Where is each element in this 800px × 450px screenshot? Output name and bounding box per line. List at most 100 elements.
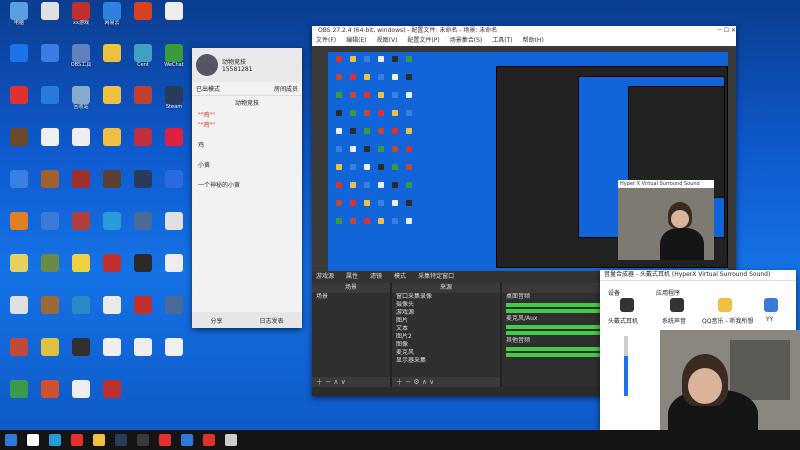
qq-icon[interactable] xyxy=(181,434,193,446)
source-item[interactable]: 摄像头 xyxy=(392,301,500,309)
source-item[interactable]: 文本 xyxy=(392,325,500,333)
menu-item[interactable]: 视图(V) xyxy=(377,36,398,46)
desktop-icon[interactable] xyxy=(97,212,127,246)
desktop-icon[interactable] xyxy=(128,86,158,120)
window-controls[interactable]: ─ ☐ ✕ xyxy=(718,26,736,36)
desktop-icon[interactable]: OBS工具 xyxy=(66,44,96,78)
scenes-controls[interactable]: ＋ − ∧ ∨ xyxy=(312,377,390,387)
desktop-icon[interactable] xyxy=(97,296,127,330)
desktop-icon[interactable] xyxy=(4,254,34,288)
chat-member[interactable]: 鸡 xyxy=(192,139,302,149)
desktop-icon[interactable] xyxy=(4,338,34,372)
desktop-icon[interactable] xyxy=(128,338,158,372)
desktop-icon[interactable] xyxy=(66,170,96,204)
desktop-icon[interactable] xyxy=(97,170,127,204)
menu-item[interactable]: 场景集合(S) xyxy=(450,36,483,46)
desktop-icon[interactable] xyxy=(128,296,158,330)
source-item[interactable]: 游戏源 xyxy=(392,309,500,317)
desktop-icon[interactable] xyxy=(128,2,158,36)
desktop-icon[interactable] xyxy=(66,338,96,372)
explorer-icon[interactable] xyxy=(93,434,105,446)
menu-item[interactable]: 帮助(H) xyxy=(523,36,544,46)
desktop-icon[interactable] xyxy=(35,44,65,78)
desktop-icon[interactable] xyxy=(159,170,189,204)
menu-item[interactable]: 文件(F) xyxy=(316,36,336,46)
obs-icon[interactable] xyxy=(137,434,149,446)
desktop-icon[interactable] xyxy=(97,44,127,78)
menu-item[interactable]: 配置文件(P) xyxy=(407,36,439,46)
desktop-icon[interactable] xyxy=(35,86,65,120)
desktop-icon[interactable] xyxy=(4,212,34,246)
toolbar-item[interactable]: 属性 xyxy=(346,271,358,283)
desktop-icon[interactable]: 网易云 xyxy=(97,2,127,36)
scenes-dock[interactable]: 场景 场景 ＋ − ∧ ∨ xyxy=(312,283,390,387)
chrome-icon[interactable] xyxy=(203,434,215,446)
desktop-icon[interactable]: WeChat xyxy=(159,44,189,78)
desktop-icon[interactable] xyxy=(159,212,189,246)
desktop-icon[interactable] xyxy=(66,254,96,288)
desktop-icon[interactable] xyxy=(97,128,127,162)
chrome-icon[interactable] xyxy=(71,434,83,446)
desktop-icon[interactable] xyxy=(159,338,189,372)
device-name[interactable]: 头戴式耳机 xyxy=(608,316,638,325)
menu-item[interactable]: 工具(T) xyxy=(492,36,512,46)
toolbar-item[interactable]: 滤镜 xyxy=(370,271,382,283)
toolbar-item[interactable]: 游戏源 xyxy=(316,271,334,283)
start-icon[interactable] xyxy=(5,434,17,446)
desktop-icon[interactable]: Cent xyxy=(128,44,158,78)
source-item[interactable]: 窗口采集录像 xyxy=(392,293,500,301)
desktop-icon[interactable] xyxy=(128,254,158,288)
desktop-icon[interactable] xyxy=(35,170,65,204)
chat-member[interactable] xyxy=(192,149,302,159)
desktop-icon[interactable] xyxy=(159,2,189,36)
desktop-icon[interactable] xyxy=(128,170,158,204)
chat-member[interactable] xyxy=(192,169,302,179)
source-item[interactable]: 图片 xyxy=(392,317,500,325)
desktop-icon[interactable]: Steam xyxy=(159,86,189,120)
edge-icon[interactable] xyxy=(49,434,61,446)
steam-icon[interactable] xyxy=(115,434,127,446)
chat-member[interactable]: ""鸡"" xyxy=(192,119,302,129)
desktop-icon[interactable] xyxy=(97,338,127,372)
desktop-icon[interactable]: 回收站 xyxy=(66,86,96,120)
desktop-icon[interactable] xyxy=(97,380,127,414)
desktop-icon[interactable] xyxy=(66,212,96,246)
desktop-icon[interactable] xyxy=(4,44,34,78)
desktop-icon[interactable] xyxy=(128,128,158,162)
chat-member[interactable] xyxy=(192,129,302,139)
desktop-icon[interactable] xyxy=(4,296,34,330)
desktop-icon[interactable]: xx游戏 xyxy=(66,2,96,36)
desktop-icon[interactable] xyxy=(4,380,34,414)
desktop-icon[interactable] xyxy=(35,380,65,414)
chat-mode[interactable]: 已出模式 xyxy=(196,84,220,93)
desktop-icon[interactable] xyxy=(97,254,127,288)
chat-badge[interactable]: 房间成员 xyxy=(274,84,298,93)
menu-item[interactable]: 编辑(E) xyxy=(346,36,366,46)
source-item[interactable]: 麦克风 xyxy=(392,349,500,357)
desktop-icon[interactable] xyxy=(66,128,96,162)
desktop-icon[interactable] xyxy=(159,254,189,288)
desktop-icon[interactable] xyxy=(4,128,34,162)
shield-icon[interactable] xyxy=(225,434,237,446)
desktop-icon[interactable] xyxy=(159,128,189,162)
toolbar-item[interactable]: 采集特定窗口 xyxy=(418,271,454,283)
chat-member[interactable]: 一个神秘的小黄 xyxy=(192,179,302,189)
desktop-icon[interactable] xyxy=(35,2,65,36)
desktop-icon[interactable] xyxy=(35,296,65,330)
chat-window[interactable]: 动物竞技 15581281 已出模式 房间成员 动物竞技 ""鸡"" ""鸡"" 鸡… xyxy=(192,48,302,328)
desktop-icon[interactable] xyxy=(4,86,34,120)
desktop-icon[interactable] xyxy=(35,212,65,246)
share-button[interactable]: 分享 xyxy=(210,316,222,325)
desktop-icon[interactable] xyxy=(35,254,65,288)
desktop-icon[interactable] xyxy=(159,296,189,330)
desktop-icon[interactable] xyxy=(35,128,65,162)
source-item[interactable]: 显示器采集 xyxy=(392,357,500,365)
sources-dock[interactable]: 来源 窗口采集录像 摄像头 游戏源 图片 文本 图片2 图像 麦克风 显示器采集 ＋ − ⚙ ∧… xyxy=(392,283,500,387)
toolbar-item[interactable]: 模式 xyxy=(394,271,406,283)
source-item[interactable]: 图像 xyxy=(392,341,500,349)
netease-icon[interactable] xyxy=(159,434,171,446)
desktop-icon[interactable] xyxy=(4,170,34,204)
search-icon[interactable] xyxy=(27,434,39,446)
chat-member[interactable]: ""鸡"" xyxy=(192,109,302,119)
desktop-icon[interactable]: 电脑 xyxy=(4,2,34,36)
